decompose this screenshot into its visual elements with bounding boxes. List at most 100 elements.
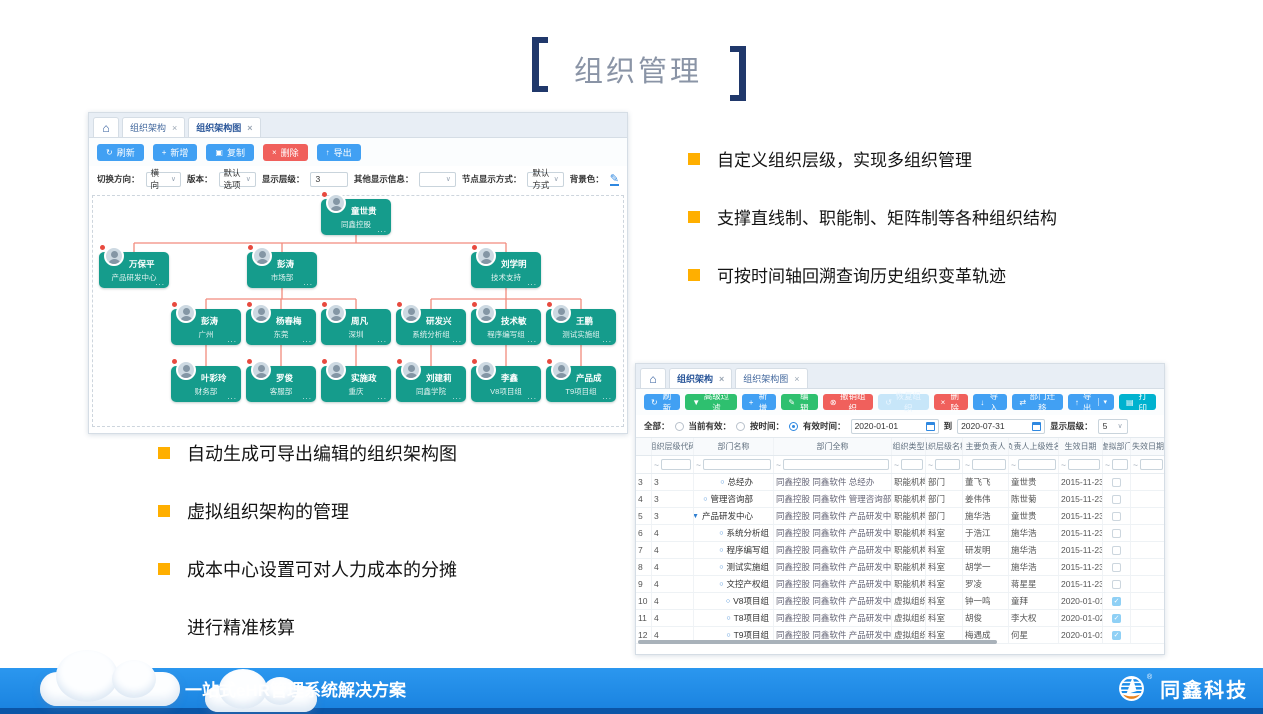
more-icon[interactable]: ...: [377, 335, 387, 344]
level-select[interactable]: 5∨: [1098, 419, 1128, 434]
more-icon[interactable]: ...: [227, 335, 237, 344]
button-restore[interactable]: ↺恢复组织: [878, 394, 928, 410]
column-filter-input[interactable]: [1068, 459, 1100, 470]
virtual-dept-checkbox[interactable]: [1112, 478, 1121, 487]
org-node[interactable]: 叶彩玲财务部...: [171, 366, 241, 402]
date-to-input[interactable]: 2020-07-31: [957, 419, 1045, 434]
more-icon[interactable]: ...: [227, 392, 237, 401]
calendar-icon[interactable]: [926, 422, 935, 431]
more-icon[interactable]: ...: [377, 225, 387, 234]
org-node[interactable]: 罗俊客服部...: [246, 366, 316, 402]
tab-org-structure-chart[interactable]: 组织架构图×: [188, 117, 260, 137]
more-icon[interactable]: ...: [527, 278, 537, 287]
column-filter-input[interactable]: [783, 459, 889, 470]
table-row[interactable]: 74○程序编写组同鑫控股 同鑫软件 产品研发中心 程序编写组职能机构科室研发明施…: [636, 542, 1164, 559]
more-icon[interactable]: ...: [302, 392, 312, 401]
close-icon[interactable]: ×: [719, 374, 724, 384]
calendar-icon[interactable]: [1032, 422, 1041, 431]
close-icon[interactable]: ×: [172, 123, 177, 133]
org-node[interactable]: 技术敏程序编写组...: [471, 309, 541, 345]
button-copy[interactable]: ▣复制: [206, 144, 254, 161]
button-refresh[interactable]: ↻刷新: [97, 144, 144, 161]
more-icon[interactable]: ...: [452, 335, 462, 344]
tree-node-icon[interactable]: ○: [719, 547, 723, 554]
button-revoke[interactable]: ⊗撤销组织: [823, 394, 873, 410]
virtual-dept-checkbox[interactable]: ✓: [1112, 631, 1121, 640]
org-node[interactable]: 童世贵同鑫控股...: [321, 199, 391, 235]
more-icon[interactable]: ...: [452, 392, 462, 401]
button-export[interactable]: ↑导出: [317, 144, 361, 161]
more-icon[interactable]: ...: [302, 335, 312, 344]
org-node[interactable]: 刘建莉同鑫学院...: [396, 366, 466, 402]
org-node[interactable]: 周凡深圳...: [321, 309, 391, 345]
table-row[interactable]: 114○T8项目组同鑫控股 同鑫软件 产品研发中心 T8项目组虚拟组织科室胡俊李…: [636, 610, 1164, 627]
button-print[interactable]: ▤打印: [1119, 394, 1156, 410]
org-node[interactable]: 实施政重庆...: [321, 366, 391, 402]
home-tab[interactable]: ⌂: [640, 368, 666, 388]
home-tab[interactable]: ⌂: [93, 117, 119, 137]
column-filter-input[interactable]: [661, 459, 691, 470]
table-row[interactable]: 33○总经办同鑫控股 同鑫软件 总经办职能机构部门董飞飞童世贵2015-11-2…: [636, 474, 1164, 491]
button-filter[interactable]: ▼高级过滤: [685, 394, 737, 410]
tree-node-icon[interactable]: ○: [703, 496, 707, 503]
tab-org-structure[interactable]: 组织架构×: [122, 117, 185, 137]
org-node[interactable]: 王鹏测试实施组...: [546, 309, 616, 345]
virtual-dept-checkbox[interactable]: ✓: [1112, 614, 1121, 623]
button-edit[interactable]: ✎编辑: [781, 394, 817, 410]
column-filter-input[interactable]: [1112, 459, 1128, 470]
button-plus[interactable]: +新增: [742, 394, 777, 410]
column-filter-input[interactable]: [1018, 459, 1056, 470]
table-row[interactable]: 53▼产品研发中心同鑫控股 同鑫软件 产品研发中心职能机构部门施华浩童世贵201…: [636, 508, 1164, 525]
radio-button[interactable]: [736, 422, 745, 431]
radio-button[interactable]: [675, 422, 684, 431]
tree-node-icon[interactable]: ○: [726, 598, 730, 605]
button-move[interactable]: ⇄部门迁移: [1012, 394, 1062, 410]
button-refresh[interactable]: ↻刷新: [644, 394, 680, 410]
column-filter-input[interactable]: [1140, 459, 1163, 470]
button-plus[interactable]: +新增: [153, 144, 198, 161]
tab-org-structure-chart[interactable]: 组织架构图×: [735, 368, 807, 388]
org-node[interactable]: 李鑫V8项目组...: [471, 366, 541, 402]
org-node[interactable]: 产品成T9项目组...: [546, 366, 616, 402]
table-row[interactable]: 64○系统分析组同鑫控股 同鑫软件 产品研发中心 系统分析组职能机构科室于浩江施…: [636, 525, 1164, 542]
virtual-dept-checkbox[interactable]: [1112, 563, 1121, 572]
virtual-dept-checkbox[interactable]: [1112, 512, 1121, 521]
dropdown-caret-icon[interactable]: ▾: [1098, 398, 1107, 406]
horizontal-scrollbar[interactable]: [638, 640, 997, 644]
virtual-dept-checkbox[interactable]: [1112, 529, 1121, 538]
close-icon[interactable]: ×: [794, 374, 799, 384]
more-icon[interactable]: ...: [527, 392, 537, 401]
column-filter-input[interactable]: [972, 459, 1006, 470]
org-node[interactable]: 刘学明技术支持...: [471, 252, 541, 288]
close-icon[interactable]: ×: [247, 123, 252, 133]
tree-node-icon[interactable]: ○: [726, 632, 730, 639]
tree-node-icon[interactable]: ○: [719, 581, 723, 588]
background-color-picker[interactable]: ✎: [610, 172, 619, 186]
filter-select[interactable]: 横向∨: [146, 172, 181, 187]
more-icon[interactable]: ...: [602, 392, 612, 401]
table-row[interactable]: 94○文控产权组同鑫控股 同鑫软件 产品研发中心 文控产权组职能机构科室罗凌蒋星…: [636, 576, 1164, 593]
filter-input[interactable]: 3: [310, 172, 347, 187]
virtual-dept-checkbox[interactable]: ✓: [1112, 597, 1121, 606]
date-from-input[interactable]: 2020-01-01: [851, 419, 939, 434]
filter-select[interactable]: 默认方式∨: [527, 172, 563, 187]
tree-node-icon[interactable]: ○: [720, 479, 724, 486]
button-import[interactable]: ↓导入: [973, 394, 1007, 410]
org-node[interactable]: 研发兴系统分析组...: [396, 309, 466, 345]
column-filter-input[interactable]: [935, 459, 960, 470]
tree-node-icon[interactable]: ○: [726, 615, 730, 622]
more-icon[interactable]: ...: [602, 335, 612, 344]
tree-node-icon[interactable]: ○: [719, 564, 723, 571]
column-filter-input[interactable]: [703, 459, 771, 470]
table-row[interactable]: 84○测试实施组同鑫控股 同鑫软件 产品研发中心 测试实施组职能机构科室胡学一施…: [636, 559, 1164, 576]
more-icon[interactable]: ...: [303, 278, 313, 287]
org-node[interactable]: 彭涛广州...: [171, 309, 241, 345]
virtual-dept-checkbox[interactable]: [1112, 546, 1121, 555]
column-filter-input[interactable]: [901, 459, 923, 470]
tab-org-structure[interactable]: 组织架构×: [669, 368, 732, 388]
radio-button[interactable]: [789, 422, 798, 431]
button-close[interactable]: ×删除: [263, 144, 308, 161]
virtual-dept-checkbox[interactable]: [1112, 580, 1121, 589]
table-row[interactable]: 104○V8项目组同鑫控股 同鑫软件 产品研发中心 V8项目组虚拟组织科室钟一鸣…: [636, 593, 1164, 610]
tree-node-icon[interactable]: ○: [719, 530, 723, 537]
